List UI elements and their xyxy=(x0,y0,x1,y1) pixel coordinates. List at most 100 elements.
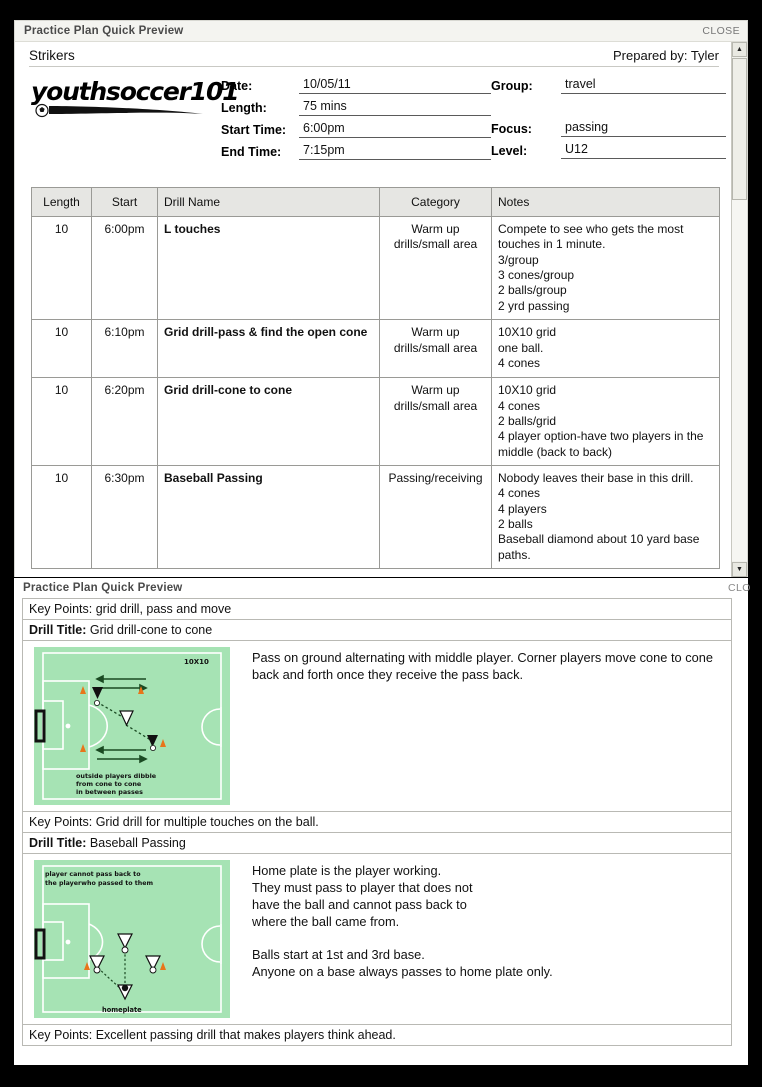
field-level-label: Level: xyxy=(491,144,528,158)
plan-fields-right: Group: travel Focus: passing Level: U12 xyxy=(491,77,726,165)
cell-category: Passing/receiving xyxy=(379,464,492,570)
cell-drill-name: L touches xyxy=(157,215,380,321)
cell-length: 10 xyxy=(31,215,92,321)
cell-start: 6:30pm xyxy=(91,464,158,570)
col-header-length: Length xyxy=(31,187,92,217)
drill-title-label-2: Drill Title: xyxy=(29,836,87,850)
drill-detail-preview-window: Practice Plan Quick Preview CLO Key Poin… xyxy=(14,578,750,1065)
field-level: Level: U12 xyxy=(491,142,726,159)
cell-start: 6:20pm xyxy=(91,377,158,466)
col-header-notes: Notes xyxy=(491,187,720,217)
plan-fields-left: Date: 10/05/11 Length: 75 mins Start Tim… xyxy=(221,77,491,165)
field-date-label: Date: xyxy=(221,79,253,93)
drill-schedule-table: Length Start Drill Name Category Notes 1… xyxy=(31,187,720,570)
field-start-time-value[interactable]: 6:00pm xyxy=(299,121,491,138)
vertical-scrollbar[interactable]: ▲ ▼ xyxy=(731,42,747,577)
svg-text:homeplate: homeplate xyxy=(102,1006,142,1014)
cell-drill-name: Grid drill-pass & find the open cone xyxy=(157,319,380,379)
top-window-title: Practice Plan Quick Preview xyxy=(24,25,184,37)
key-points-drill-1: Key Points: Grid drill for multiple touc… xyxy=(22,811,732,832)
cell-category: Warm up drills/small area xyxy=(379,319,492,379)
cell-category: Warm up drills/small area xyxy=(379,377,492,466)
drill-title-value-2: Baseball Passing xyxy=(89,836,186,850)
bottom-window-close-button[interactable]: CLO xyxy=(728,582,754,594)
table-row[interactable]: 10 6:30pm Baseball Passing Passing/recei… xyxy=(31,464,720,570)
bottom-window-title: Practice Plan Quick Preview xyxy=(23,582,183,594)
cell-drill-name: Baseball Passing xyxy=(157,464,380,570)
svg-text:player cannot pass back to: player cannot pass back to xyxy=(45,871,141,878)
field-date-value[interactable]: 10/05/11 xyxy=(299,77,491,94)
fields-right-spacer xyxy=(491,99,726,120)
drill-title-label-1: Drill Title: xyxy=(29,623,87,637)
youthsoccer101-logo: youthsoccer101 xyxy=(31,77,240,165)
drill-title-value-1: Grid drill-cone to cone xyxy=(89,623,213,637)
field-focus-value[interactable]: passing xyxy=(561,120,726,137)
bottom-window-body: Key Points: grid drill, pass and move Dr… xyxy=(14,598,748,1046)
field-end-time: End Time: 7:15pm xyxy=(221,143,491,160)
field-end-time-label: End Time: xyxy=(221,145,282,159)
field-end-time-value[interactable]: 7:15pm xyxy=(299,143,491,160)
key-points-drill-2: Key Points: Excellent passing drill that… xyxy=(22,1024,732,1046)
cell-drill-name: Grid drill-cone to cone xyxy=(157,377,380,466)
cell-length: 10 xyxy=(31,464,92,570)
col-header-start: Start xyxy=(91,187,158,217)
table-row[interactable]: 10 6:20pm Grid drill-cone to cone Warm u… xyxy=(31,377,720,466)
field-level-value[interactable]: U12 xyxy=(561,142,726,159)
drill-description-2: Home plate is the player working. They m… xyxy=(252,863,553,980)
field-length-value[interactable]: 75 mins xyxy=(299,99,491,116)
field-group: Group: travel xyxy=(491,77,726,94)
col-header-category: Category xyxy=(379,187,492,217)
plan-header-row: Strikers Prepared by: Tyler xyxy=(29,48,719,67)
key-points-top: Key Points: grid drill, pass and move xyxy=(22,598,732,619)
cell-length: 10 xyxy=(31,377,92,466)
cell-category: Warm up drills/small area xyxy=(379,215,492,321)
svg-text:from cone to cone: from cone to cone xyxy=(76,780,142,788)
drill-description-1: Pass on ground alternating with middle p… xyxy=(252,650,713,682)
cell-start: 6:00pm xyxy=(91,215,158,321)
table-row[interactable]: 10 6:00pm L touches Warm up drills/small… xyxy=(31,215,720,321)
scrollbar-thumb[interactable] xyxy=(732,58,747,200)
drill-diagram-baseball-passing: player cannot pass back to the playerwho… xyxy=(34,860,242,1018)
field-focus-label: Focus: xyxy=(491,122,532,136)
prepared-by: Prepared by: Tyler xyxy=(613,48,719,63)
svg-text:the playerwho passed to them: the playerwho passed to them xyxy=(45,880,153,887)
plan-info-area: youthsoccer101 Date: 10/05/11 Length: 75… xyxy=(31,77,733,165)
drill-detail-1: 10X10 outside players dibble from cone t… xyxy=(22,640,732,811)
drill-detail-2: player cannot pass back to the playerwho… xyxy=(22,853,732,1024)
drill-title-row-2: Drill Title: Baseball Passing xyxy=(22,832,732,853)
scrollbar-track[interactable] xyxy=(732,200,747,561)
team-name: Strikers xyxy=(29,48,75,63)
drill-title-row-1: Drill Title: Grid drill-cone to cone xyxy=(22,619,732,640)
field-start-time: Start Time: 6:00pm xyxy=(221,121,491,138)
top-window-body: ▲ ▼ Strikers Prepared by: Tyler youthsoc… xyxy=(15,42,747,577)
top-window-titlebar: Practice Plan Quick Preview CLOSE xyxy=(15,21,747,42)
table-row[interactable]: 10 6:10pm Grid drill-pass & find the ope… xyxy=(31,319,720,379)
field-length-label: Length: xyxy=(221,101,267,115)
col-header-drill-name: Drill Name xyxy=(157,187,380,217)
field-date: Date: 10/05/11 xyxy=(221,77,491,94)
cell-notes: 10X10 grid one ball. 4 cones xyxy=(491,319,720,379)
drill-diagram-grid-cone-to-cone: 10X10 outside players dibble from cone t… xyxy=(34,647,242,805)
field-focus: Focus: passing xyxy=(491,120,726,137)
practice-plan-preview-window: Practice Plan Quick Preview CLOSE ▲ ▼ St… xyxy=(14,20,748,577)
top-window-close-button[interactable]: CLOSE xyxy=(702,25,740,37)
field-length: Length: 75 mins xyxy=(221,99,491,116)
bottom-window-titlebar: Practice Plan Quick Preview CLO xyxy=(14,578,750,598)
svg-text:in between passes: in between passes xyxy=(76,788,143,796)
field-start-time-label: Start Time: xyxy=(221,123,287,137)
logo-wordmark: youthsoccer101 xyxy=(31,77,240,106)
table-header-row: Length Start Drill Name Category Notes xyxy=(31,187,720,217)
svg-text:10X10: 10X10 xyxy=(184,658,209,666)
svg-text:outside players dibble: outside players dibble xyxy=(76,772,157,780)
cell-length: 10 xyxy=(31,319,92,379)
field-group-value[interactable]: travel xyxy=(561,77,726,94)
scroll-up-arrow-icon[interactable]: ▲ xyxy=(732,42,747,57)
cell-notes: Compete to see who gets the most touches… xyxy=(491,215,720,321)
cell-notes: Nobody leaves their base in this drill. … xyxy=(491,464,720,570)
screen-root: Practice Plan Quick Preview CLOSE ▲ ▼ St… xyxy=(0,0,762,1087)
cell-notes: 10X10 grid 4 cones 2 balls/grid 4 player… xyxy=(491,377,720,466)
scroll-down-arrow-icon[interactable]: ▼ xyxy=(732,562,747,577)
field-group-label: Group: xyxy=(491,79,533,93)
cell-start: 6:10pm xyxy=(91,319,158,379)
logo-swoosh-icon xyxy=(31,102,221,118)
